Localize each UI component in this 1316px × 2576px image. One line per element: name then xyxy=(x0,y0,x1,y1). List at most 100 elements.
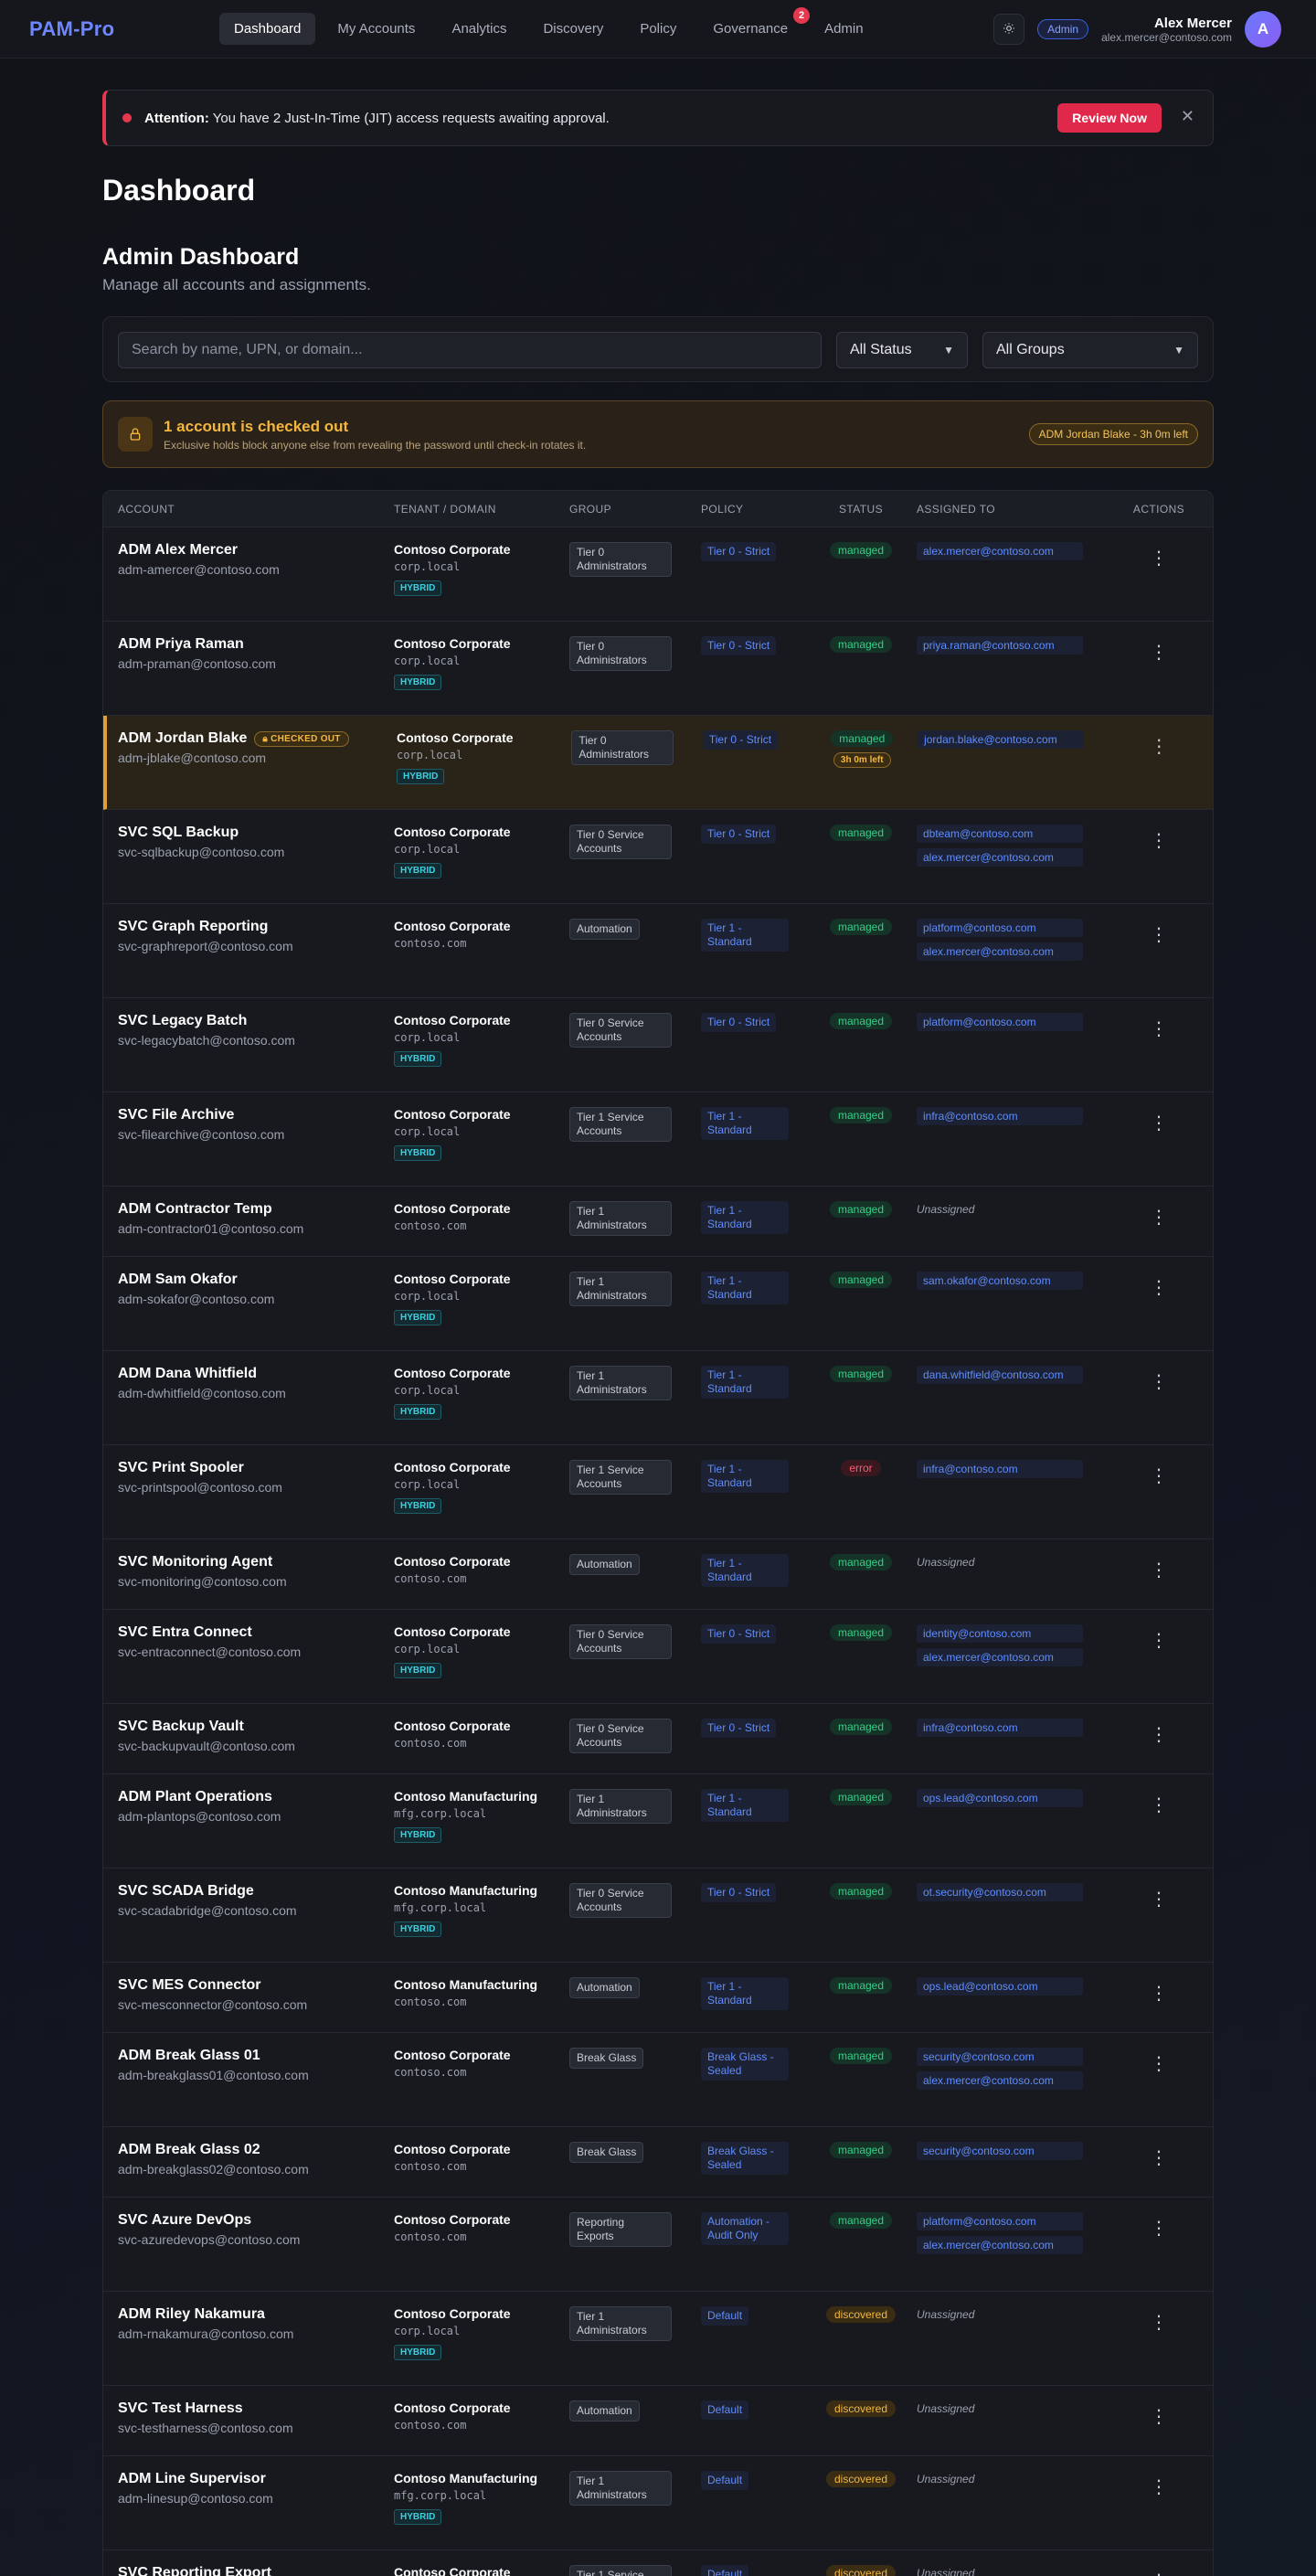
account-name-text[interactable]: SVC Graph Reporting xyxy=(118,919,268,935)
avatar[interactable]: A xyxy=(1245,11,1281,48)
policy-chip[interactable]: Tier 1 - Standard xyxy=(701,1460,789,1493)
policy-chip[interactable]: Tier 0 - Strict xyxy=(701,1883,777,1902)
table-row[interactable]: ADM Plant Operations adm-plantops@contoso… xyxy=(103,1774,1213,1868)
kebab-menu-icon[interactable]: ⋮ xyxy=(1105,644,1213,662)
kebab-menu-icon[interactable]: ⋮ xyxy=(1105,1796,1213,1815)
account-name-text[interactable]: ADM Sam Okafor xyxy=(118,1272,238,1288)
policy-chip[interactable]: Tier 1 - Standard xyxy=(701,1201,789,1234)
kebab-menu-icon[interactable]: ⋮ xyxy=(1105,832,1213,850)
table-row[interactable]: ADM Jordan Blake 🔒︎ CHECKED OUT adm-jblake… xyxy=(103,716,1213,810)
account-name-text[interactable]: SVC SQL Backup xyxy=(118,825,239,841)
policy-chip[interactable]: Tier 1 - Standard xyxy=(701,1977,789,2010)
kebab-menu-icon[interactable]: ⋮ xyxy=(1105,1208,1213,1227)
assignee-chip[interactable]: alex.mercer@contoso.com xyxy=(917,848,1083,867)
assignee-chip[interactable]: identity@contoso.com xyxy=(917,1624,1083,1643)
assignee-chip[interactable]: alex.mercer@contoso.com xyxy=(917,2071,1083,2090)
policy-chip[interactable]: Tier 0 - Strict xyxy=(701,1624,777,1644)
table-row[interactable]: SVC Legacy Batch svc-legacybatch@contoso.… xyxy=(103,998,1213,1092)
table-row[interactable]: ADM Break Glass 02 adm-breakglass02@conto… xyxy=(103,2127,1213,2198)
table-row[interactable]: SVC SCADA Bridge svc-scadabridge@contoso.… xyxy=(103,1868,1213,1963)
table-row[interactable]: ADM Sam Okafor adm-sokafor@contoso.com Con… xyxy=(103,1257,1213,1351)
kebab-menu-icon[interactable]: ⋮ xyxy=(1105,1114,1213,1133)
kebab-menu-icon[interactable]: ⋮ xyxy=(1105,2149,1213,2167)
kebab-menu-icon[interactable]: ⋮ xyxy=(1105,1726,1213,1744)
policy-chip[interactable]: Tier 1 - Standard xyxy=(701,1366,789,1399)
nav-analytics[interactable]: Analytics xyxy=(437,13,521,45)
nav-my-accounts[interactable]: My Accounts xyxy=(323,13,430,45)
table-row[interactable]: SVC Graph Reporting svc-graphreport@conto… xyxy=(103,904,1213,998)
account-name-text[interactable]: SVC Monitoring Agent xyxy=(118,1554,272,1570)
table-row[interactable]: SVC Print Spooler svc-printspool@contoso.… xyxy=(103,1445,1213,1539)
assignee-chip[interactable]: dbteam@contoso.com xyxy=(917,825,1083,843)
kebab-menu-icon[interactable]: ⋮ xyxy=(1105,2055,1213,2073)
kebab-menu-icon[interactable]: ⋮ xyxy=(1105,926,1213,944)
kebab-menu-icon[interactable]: ⋮ xyxy=(1105,2219,1213,2238)
policy-chip[interactable]: Tier 0 - Strict xyxy=(701,1719,777,1738)
policy-chip[interactable]: Default xyxy=(701,2306,749,2326)
policy-chip[interactable]: Tier 1 - Standard xyxy=(701,1789,789,1822)
account-name-text[interactable]: SVC Azure DevOps xyxy=(118,2212,251,2229)
account-name-text[interactable]: SVC File Archive xyxy=(118,1107,234,1123)
policy-chip[interactable]: Tier 1 - Standard xyxy=(701,1272,789,1304)
assignee-chip[interactable]: alex.mercer@contoso.com xyxy=(917,1648,1083,1666)
table-row[interactable]: ADM Riley Nakamura adm-rnakamura@contoso.… xyxy=(103,2292,1213,2386)
kebab-menu-icon[interactable]: ⋮ xyxy=(1105,1020,1213,1038)
nav-policy[interactable]: Policy xyxy=(625,13,691,45)
assignee-chip[interactable]: ot.security@contoso.com xyxy=(917,1883,1083,1901)
checkout-account-pill[interactable]: ADM Jordan Blake - 3h 0m left xyxy=(1028,423,1198,445)
assignee-chip[interactable]: infra@contoso.com xyxy=(917,1719,1083,1737)
kebab-menu-icon[interactable]: ⋮ xyxy=(1105,2478,1213,2496)
policy-chip[interactable]: Tier 0 - Strict xyxy=(702,730,779,750)
kebab-menu-icon[interactable]: ⋮ xyxy=(1105,1373,1213,1391)
assignee-chip[interactable]: platform@contoso.com xyxy=(917,2212,1083,2230)
policy-chip[interactable]: Tier 1 - Standard xyxy=(701,919,789,952)
kebab-menu-icon[interactable]: ⋮ xyxy=(1105,1279,1213,1297)
theme-toggle-button[interactable] xyxy=(993,14,1025,45)
account-name-text[interactable]: SVC Reporting Export xyxy=(118,2565,271,2576)
table-row[interactable]: SVC Azure DevOps svc-azuredevops@contoso.… xyxy=(103,2198,1213,2292)
assignee-chip[interactable]: ops.lead@contoso.com xyxy=(917,1977,1083,1996)
nav-dashboard[interactable]: Dashboard xyxy=(219,13,316,45)
table-row[interactable]: ADM Break Glass 01 adm-breakglass01@conto… xyxy=(103,2033,1213,2127)
table-row[interactable]: SVC SQL Backup svc-sqlbackup@contoso.com C… xyxy=(103,810,1213,904)
kebab-menu-icon[interactable]: ⋮ xyxy=(1105,1561,1213,1580)
assignee-chip[interactable]: security@contoso.com xyxy=(917,2048,1083,2066)
policy-chip[interactable]: Tier 0 - Strict xyxy=(701,542,777,561)
table-row[interactable]: SVC Monitoring Agent svc-monitoring@conto… xyxy=(103,1539,1213,1610)
kebab-menu-icon[interactable]: ⋮ xyxy=(1105,1890,1213,1909)
account-name-text[interactable]: ADM Jordan Blake xyxy=(118,730,247,747)
account-name-text[interactable]: SVC Test Harness xyxy=(118,2400,243,2417)
table-row[interactable]: SVC Reporting Exportsvc-reportexport@con… xyxy=(103,2550,1213,2576)
nav-discovery[interactable]: Discovery xyxy=(528,13,618,45)
policy-chip[interactable]: Tier 0 - Strict xyxy=(701,1013,777,1032)
account-name-text[interactable]: ADM Plant Operations xyxy=(118,1789,272,1805)
status-filter-select[interactable]: All Status ▼ xyxy=(836,332,968,368)
account-name-text[interactable]: SVC Entra Connect xyxy=(118,1624,252,1641)
kebab-menu-icon[interactable]: ⋮ xyxy=(1105,1985,1213,2003)
kebab-menu-icon[interactable]: ⋮ xyxy=(1105,549,1213,568)
table-row[interactable]: SVC Test Harness svc-testharness@contoso.… xyxy=(103,2386,1213,2456)
policy-chip[interactable]: Default xyxy=(701,2565,749,2576)
group-filter-select[interactable]: All Groups ▼ xyxy=(982,332,1198,368)
assignee-chip[interactable]: alex.mercer@contoso.com xyxy=(917,542,1083,560)
account-name-text[interactable]: SVC MES Connector xyxy=(118,1977,260,1994)
close-icon[interactable]: ✕ xyxy=(1181,107,1194,126)
account-name-text[interactable]: ADM Break Glass 02 xyxy=(118,2142,260,2158)
policy-chip[interactable]: Automation - Audit Only xyxy=(701,2212,789,2245)
policy-chip[interactable]: Default xyxy=(701,2471,749,2490)
account-name-text[interactable]: SVC SCADA Bridge xyxy=(118,1883,254,1900)
assignee-chip[interactable]: platform@contoso.com xyxy=(917,919,1083,937)
account-name-text[interactable]: ADM Priya Raman xyxy=(118,636,244,653)
assignee-chip[interactable]: infra@contoso.com xyxy=(917,1107,1083,1125)
table-row[interactable]: ADM Alex Mercer adm-amercer@contoso.com Co… xyxy=(103,527,1213,622)
account-name-text[interactable]: ADM Contractor Temp xyxy=(118,1201,272,1218)
review-now-button[interactable]: Review Now xyxy=(1057,103,1162,133)
assignee-chip[interactable]: infra@contoso.com xyxy=(917,1460,1083,1478)
kebab-menu-icon[interactable]: ⋮ xyxy=(1105,2408,1213,2426)
account-name-text[interactable]: ADM Line Supervisor xyxy=(118,2471,266,2487)
brand-logo[interactable]: PAM-Pro xyxy=(29,17,114,41)
policy-chip[interactable]: Default xyxy=(701,2400,749,2420)
policy-chip[interactable]: Tier 1 - Standard xyxy=(701,1107,789,1140)
assignee-chip[interactable]: jordan.blake@contoso.com xyxy=(918,730,1085,749)
assignee-chip[interactable]: alex.mercer@contoso.com xyxy=(917,942,1083,961)
